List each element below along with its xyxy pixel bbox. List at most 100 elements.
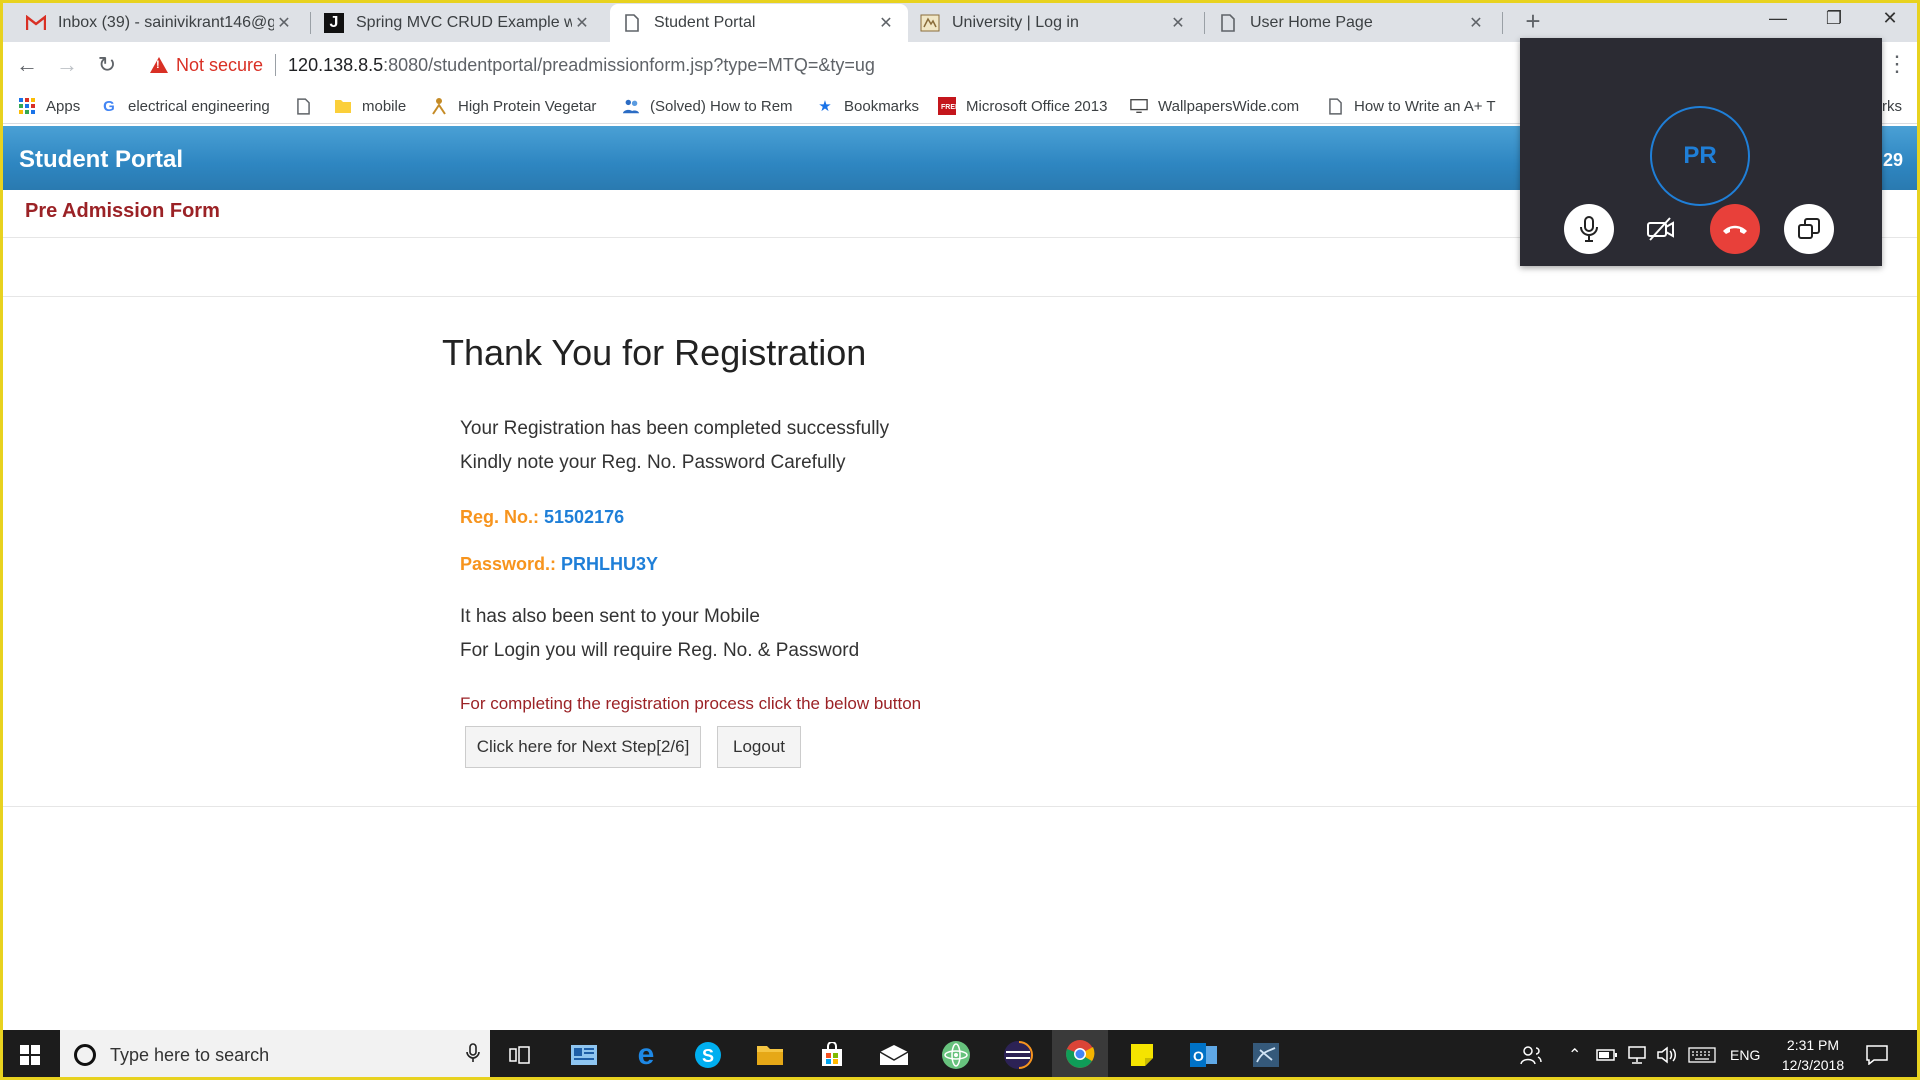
caller-avatar: PR	[1650, 106, 1750, 206]
close-icon[interactable]: ✕	[1466, 13, 1486, 33]
svg-text:S: S	[702, 1046, 714, 1066]
users-icon	[622, 97, 640, 115]
sql-server-icon[interactable]	[1238, 1030, 1294, 1080]
bookmark-label: electrical engineering	[128, 97, 270, 115]
video-off-icon[interactable]	[1636, 204, 1686, 254]
monitor-icon	[1130, 97, 1148, 115]
address-bar[interactable]: Not secure 120.138.8.5 :8080/studentport…	[136, 47, 1516, 83]
tab-user-home[interactable]: User Home Page ✕	[1206, 4, 1498, 42]
url-host: 120.138.8.5	[288, 54, 384, 75]
section-title: Pre Admission Form	[25, 200, 220, 222]
language-indicator[interactable]: ENG	[1730, 1030, 1760, 1080]
security-label[interactable]: Not secure	[176, 55, 263, 76]
clock-time: 2:31 PM	[1786, 1037, 1840, 1053]
store-icon[interactable]	[804, 1030, 860, 1080]
page-icon	[622, 13, 642, 33]
tab-title: Inbox (39) - sainivikrant146@gm	[58, 14, 274, 31]
close-icon[interactable]: ✕	[572, 13, 592, 33]
microphone-icon[interactable]	[456, 1042, 490, 1068]
svg-text:FREE: FREE	[941, 104, 956, 111]
close-icon[interactable]: ✕	[1168, 13, 1188, 33]
note-message: Kindly note your Reg. No. Password Caref…	[460, 452, 846, 473]
bookmark-label: High Protein Vegetar	[458, 97, 597, 115]
tab-title: Student Portal	[654, 14, 756, 31]
minimize-button[interactable]: —	[1750, 0, 1806, 38]
cortana-icon	[74, 1044, 96, 1066]
close-icon[interactable]: ✕	[876, 13, 896, 33]
people-icon[interactable]	[1520, 1030, 1542, 1080]
windows-start-icon[interactable]	[0, 1030, 60, 1080]
bookmark-bookmarks[interactable]: ★ Bookmarks	[816, 93, 924, 119]
tab-spring-mvc[interactable]: J Spring MVC CRUD Example with ✕	[312, 4, 604, 42]
bookmark-solved[interactable]: (Solved) How to Rem	[622, 93, 798, 119]
news-app-icon[interactable]	[556, 1030, 612, 1080]
microphone-icon[interactable]	[1564, 204, 1614, 254]
tab-inbox[interactable]: Inbox (39) - sainivikrant146@gm ✕	[14, 4, 306, 42]
tab-title: User Home Page	[1250, 14, 1373, 31]
divider	[3, 806, 1917, 807]
bookmark-apps[interactable]: Apps	[18, 93, 88, 119]
url-divider	[275, 54, 277, 76]
tab-university-login[interactable]: University | Log in ✕	[908, 4, 1200, 42]
warning-icon	[150, 57, 168, 73]
keyboard-icon[interactable]	[1688, 1030, 1716, 1080]
bookmark-label: Bookmarks	[844, 97, 920, 115]
sticky-notes-icon[interactable]	[1114, 1030, 1170, 1080]
person-icon	[430, 97, 448, 115]
reg-no-value: 51502176	[544, 507, 625, 527]
tab-separator	[310, 12, 311, 34]
close-icon[interactable]: ✕	[274, 13, 294, 33]
back-arrow-icon[interactable]: ←	[12, 50, 42, 80]
restore-button[interactable]: ❐	[1806, 0, 1862, 38]
end-call-icon[interactable]	[1710, 204, 1760, 254]
search-placeholder: Type here to search	[110, 1044, 270, 1065]
task-view-icon[interactable]	[492, 1030, 548, 1080]
atom-icon[interactable]	[928, 1030, 984, 1080]
reload-icon[interactable]: ↻	[92, 50, 122, 80]
forward-arrow-icon[interactable]: →	[52, 50, 82, 80]
password-field: Password.: PRHLHU3Y	[460, 554, 658, 575]
gmail-icon	[26, 13, 46, 33]
bookmark-electrical-engineering[interactable]: G electrical engineering	[100, 93, 276, 119]
more-menu-icon[interactable]: ⋮	[1886, 50, 1908, 80]
file-explorer-icon[interactable]	[742, 1030, 798, 1080]
page-icon	[294, 97, 312, 115]
bookmark-high-protein[interactable]: High Protein Vegetar	[430, 93, 600, 119]
next-step-button[interactable]: Click here for Next Step[2/6]	[465, 726, 701, 768]
java-icon: J	[324, 13, 344, 33]
bookmark-how-to-write[interactable]: How to Write an A+ T	[1326, 93, 1496, 119]
edge-icon[interactable]: e	[618, 1030, 674, 1080]
bookmark-page[interactable]	[294, 93, 318, 119]
chrome-icon[interactable]	[1052, 1030, 1108, 1080]
apps-grid-icon	[18, 97, 36, 115]
taskbar-search[interactable]: Type here to search	[60, 1030, 490, 1080]
google-icon: G	[103, 97, 115, 115]
new-tab-button[interactable]: +	[1518, 6, 1548, 36]
mail-icon[interactable]	[866, 1030, 922, 1080]
volume-icon[interactable]	[1656, 1030, 1678, 1080]
battery-icon[interactable]	[1596, 1030, 1618, 1080]
clock[interactable]: 2:31 PM 12/3/2018	[1768, 1035, 1858, 1075]
reg-no-field: Reg. No.: 51502176	[460, 507, 624, 528]
network-icon[interactable]	[1626, 1030, 1648, 1080]
reg-no-label: Reg. No.:	[460, 507, 539, 527]
tab-student-portal[interactable]: Student Portal ✕	[610, 4, 908, 42]
bookmark-mobile[interactable]: mobile	[334, 93, 434, 119]
logout-button[interactable]: Logout	[717, 726, 801, 768]
bookmark-microsoft-office[interactable]: FREE Microsoft Office 2013	[938, 93, 1110, 119]
mobile-message: It has also been sent to your Mobile	[460, 606, 760, 627]
notifications-icon[interactable]	[1866, 1030, 1888, 1080]
eclipse-icon[interactable]	[990, 1030, 1046, 1080]
bookmark-other[interactable]: rks	[1882, 93, 1916, 119]
skype-icon[interactable]: S	[680, 1030, 736, 1080]
office-icon: FREE	[938, 97, 956, 115]
close-window-button[interactable]: ✕	[1862, 0, 1918, 38]
success-message: Your Registration has been completed suc…	[460, 418, 890, 439]
folder-icon	[334, 97, 352, 115]
call-window[interactable]: PR	[1520, 38, 1882, 266]
outlook-icon[interactable]: O	[1176, 1030, 1232, 1080]
page-icon	[1218, 13, 1238, 33]
chevron-up-icon[interactable]: ⌃	[1568, 1030, 1581, 1080]
switch-window-icon[interactable]	[1784, 204, 1834, 254]
bookmark-wallpaperswide[interactable]: WallpapersWide.com	[1130, 93, 1302, 119]
